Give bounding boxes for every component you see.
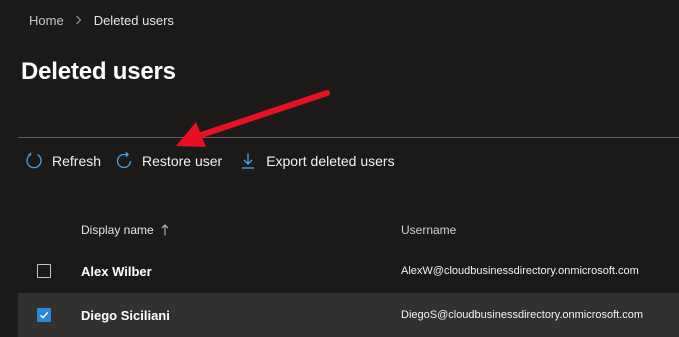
row-checkbox-checked[interactable] [37,308,51,322]
breadcrumb-home-link[interactable]: Home [29,13,64,28]
refresh-label: Refresh [52,153,102,169]
sort-ascending-icon [161,224,169,236]
page-title: Deleted users [21,58,176,85]
username-cell: AlexW@cloudbusinessdirectory.onmicrosoft… [401,265,639,277]
refresh-icon [25,152,43,170]
refresh-button[interactable]: Refresh [25,150,101,172]
restore-icon [115,152,133,170]
username-cell: DiegoS@cloudbusinessdirectory.onmicrosof… [401,309,644,321]
column-header-username[interactable]: Username [401,223,456,237]
display-name-cell[interactable]: Diego Siciliani [81,308,170,323]
row-checkbox[interactable] [37,264,51,278]
export-deleted-users-label: Export deleted users [266,153,395,169]
column-header-display-name[interactable]: Display name [81,223,169,237]
checkmark-icon [40,311,49,319]
breadcrumb-current: Deleted users [93,12,174,28]
chevron-right-icon [75,15,82,25]
restore-user-label: Restore user [142,153,223,169]
table-header: Display name Username [0,212,679,248]
table-row[interactable]: Alex Wilber AlexW@cloudbusinessdirectory… [18,249,679,293]
table-row-selected[interactable]: Diego Siciliani DiegoS@cloudbusinessdire… [18,293,679,337]
breadcrumb: Home Deleted users [29,11,174,29]
deleted-users-page: Home Deleted users Deleted users Refresh [0,0,679,337]
restore-user-button[interactable]: Restore user [115,150,222,172]
column-header-display-name-label: Display name [81,223,154,237]
display-name-cell[interactable]: Alex Wilber [81,264,152,279]
export-deleted-users-button[interactable]: Export deleted users [239,150,395,172]
download-icon [239,152,257,170]
divider [18,137,679,138]
command-bar: Refresh Restore user Export deleted user… [25,150,395,172]
